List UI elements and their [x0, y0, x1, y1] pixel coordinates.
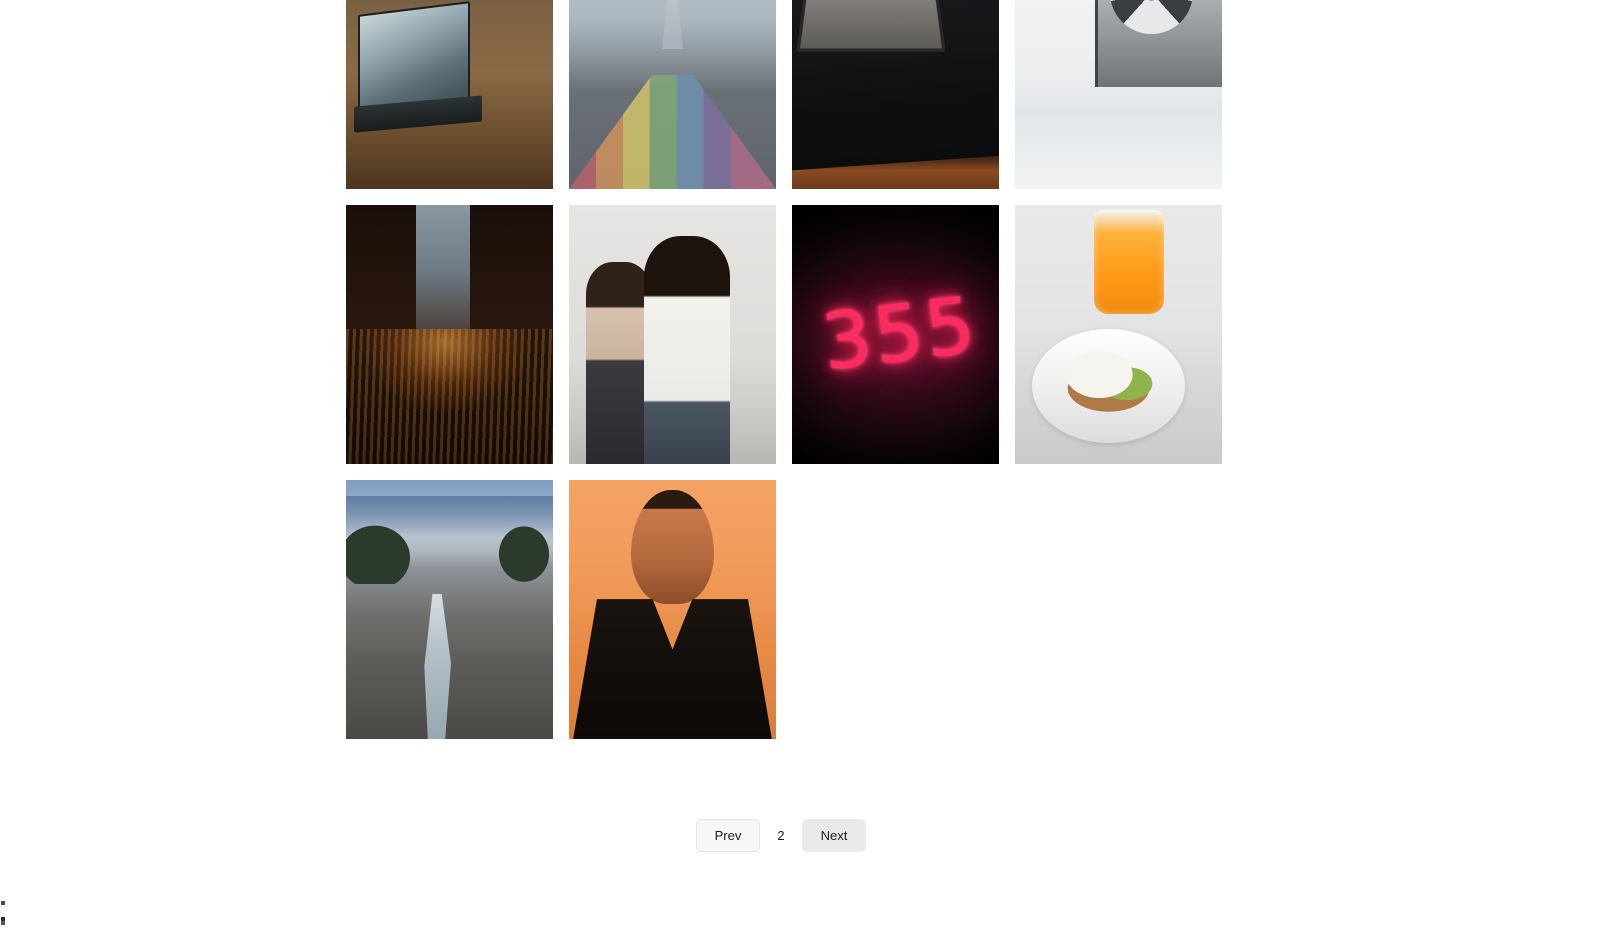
gallery-item-tool-case[interactable]: Open dark tool case with instruments on …: [792, 0, 999, 189]
photo-mountain-canyon: [346, 480, 553, 739]
photo-rainbow-street: [569, 0, 776, 189]
gallery-item-laptop-couch[interactable]: Laptop with mountain wallpaper on a roun…: [346, 0, 553, 189]
gallery-item-breakfast-plate[interactable]: Breakfast plate with poached egg toast a…: [1015, 205, 1222, 464]
photo-laptop-couch: [346, 0, 553, 189]
photo-man-portrait: [569, 480, 776, 739]
gallery-item-mountain-canyon[interactable]: Mountain canyon with a river running bet…: [346, 480, 553, 739]
photo-tool-case: [792, 0, 999, 189]
gallery-item-two-women-tablet[interactable]: Two women standing against a white wall …: [569, 205, 776, 464]
current-page-number: 2: [777, 828, 785, 843]
gallery-item-reel-recorder[interactable]: Vintage reel to reel tape recorder on a …: [1015, 0, 1222, 189]
gallery-page: Laptop with mountain wallpaper on a roun…: [0, 0, 1600, 931]
render-artifact: [1, 901, 5, 925]
gallery-item-night-alley[interactable]: Narrow cobblestone alley at night lit by…: [346, 205, 553, 464]
photo-neon-sign: 355: [792, 205, 999, 464]
neon-sign-text: 355: [817, 279, 982, 389]
gallery-item-neon-sign[interactable]: 355 Pink neon sign reading 355 glowing a…: [792, 205, 999, 464]
image-grid: Laptop with mountain wallpaper on a roun…: [346, 0, 1222, 739]
gallery-item-man-portrait[interactable]: Portrait of a man in a dark jacket looki…: [569, 480, 776, 739]
pagination: Prev 2 Next: [0, 819, 1562, 852]
gallery-item-rainbow-street[interactable]: Rainbow painted pedestrian street leadin…: [569, 0, 776, 189]
prev-page-button[interactable]: Prev: [695, 819, 761, 852]
photo-breakfast-plate: [1015, 205, 1222, 464]
photo-two-women-tablet: [569, 205, 776, 464]
photo-night-alley: [346, 205, 553, 464]
photo-reel-recorder: [1015, 0, 1222, 189]
next-page-button[interactable]: Next: [801, 819, 867, 852]
